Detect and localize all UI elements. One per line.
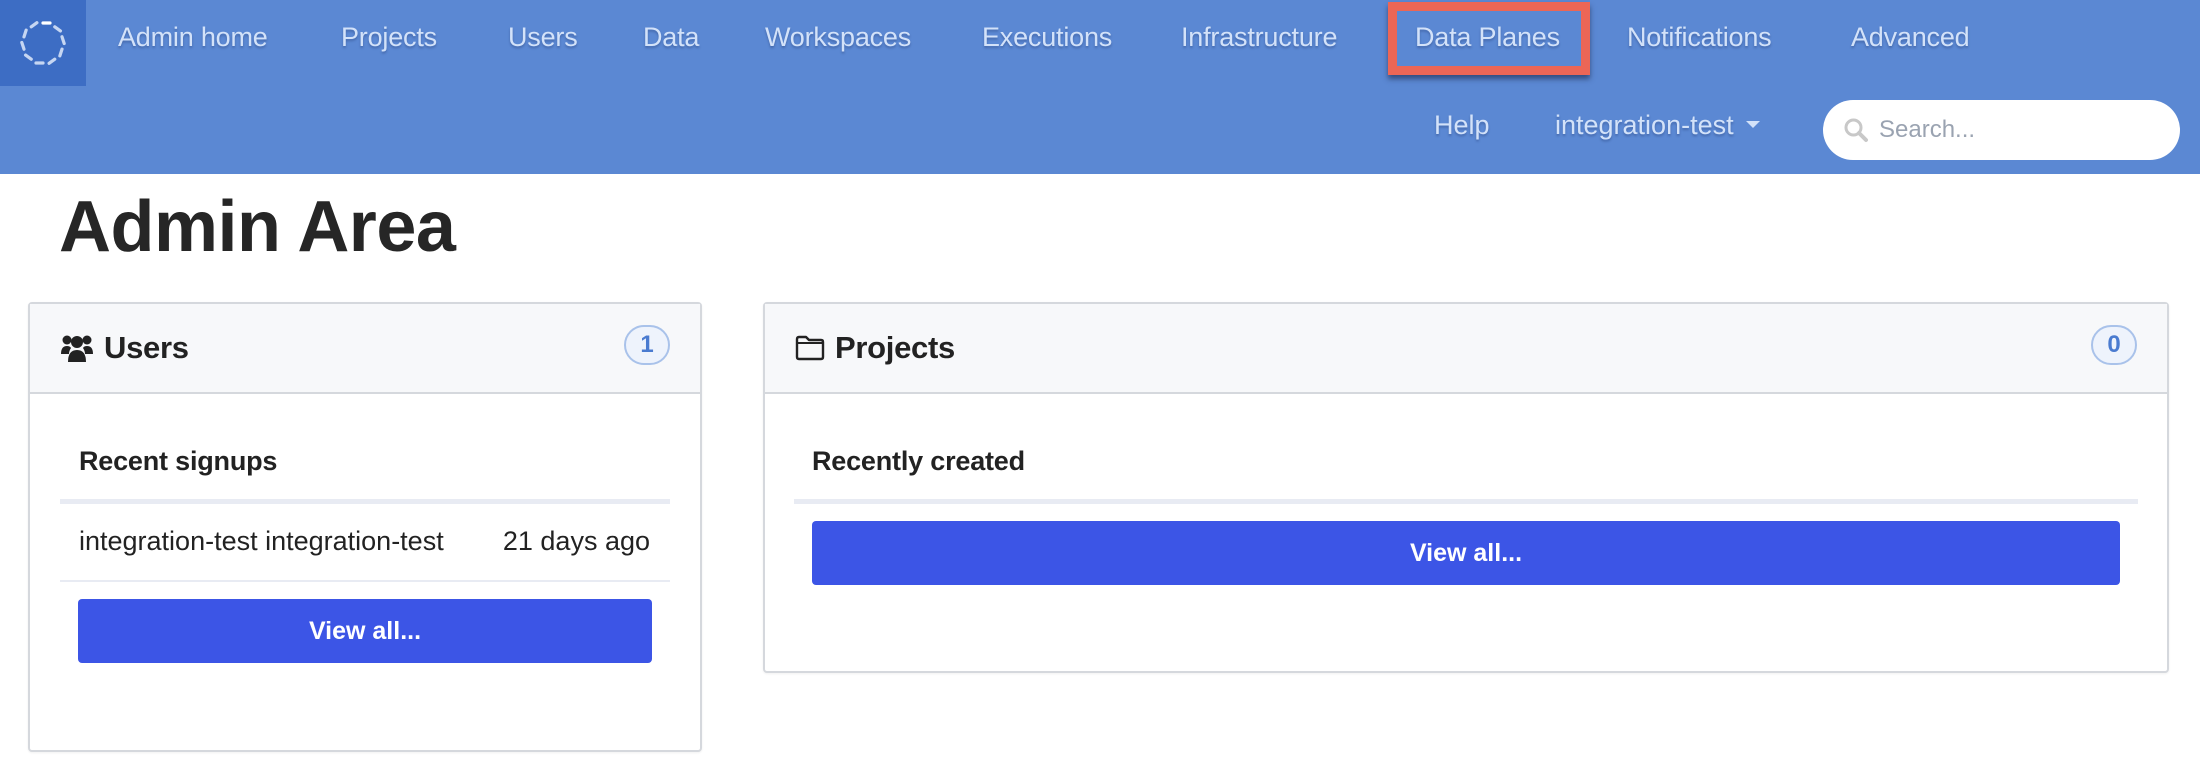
recently-created-heading: Recently created (812, 446, 1025, 476)
nav-projects[interactable]: Projects (341, 22, 437, 53)
caret-down-icon (1745, 121, 1760, 129)
users-icon (61, 335, 93, 362)
search-box[interactable] (1823, 100, 2180, 160)
folder-icon (795, 335, 825, 361)
nav-notifications[interactable]: Notifications (1627, 22, 1772, 53)
signup-time: 21 days ago (502, 526, 650, 556)
row-divider (60, 580, 670, 582)
search-icon (1844, 118, 1868, 142)
projects-card: Projects 0 Recently created View all... (763, 302, 2169, 673)
section-divider (794, 499, 2138, 504)
nav-workspaces[interactable]: Workspaces (765, 22, 911, 53)
section-divider (60, 499, 670, 504)
user-menu[interactable]: integration-test (1555, 110, 1760, 141)
nav-executions[interactable]: Executions (982, 22, 1112, 53)
users-count-badge: 1 (624, 325, 670, 365)
users-view-all-button[interactable]: View all... (78, 599, 652, 663)
page-title: Admin Area (59, 187, 456, 267)
help-link[interactable]: Help (1434, 110, 1490, 141)
nav-infrastructure[interactable]: Infrastructure (1181, 22, 1337, 53)
search-input[interactable] (1879, 116, 2169, 144)
projects-card-header: Projects 0 (765, 304, 2167, 394)
top-navbar: Admin home Projects Users Data Workspace… (0, 0, 2200, 174)
projects-card-title: Projects (835, 330, 955, 365)
home-logo[interactable] (0, 0, 86, 86)
nav-advanced[interactable]: Advanced (1851, 22, 1970, 53)
nav-users[interactable]: Users (508, 22, 578, 53)
users-card-title: Users (104, 330, 189, 365)
projects-count-badge: 0 (2091, 325, 2137, 365)
nav-data[interactable]: Data (643, 22, 699, 53)
nav-admin-home[interactable]: Admin home (118, 22, 268, 53)
projects-view-all-button[interactable]: View all... (812, 521, 2120, 585)
nav-data-planes[interactable]: Data Planes (1415, 22, 1560, 53)
user-menu-label: integration-test (1555, 110, 1734, 140)
users-card-header: Users 1 (30, 304, 700, 394)
signup-user-name[interactable]: integration-test integration-test (79, 526, 444, 557)
spinner-logo-icon (20, 21, 66, 65)
users-card: Users 1 Recent signups integration-test … (28, 302, 702, 752)
recent-signups-heading: Recent signups (79, 446, 278, 476)
